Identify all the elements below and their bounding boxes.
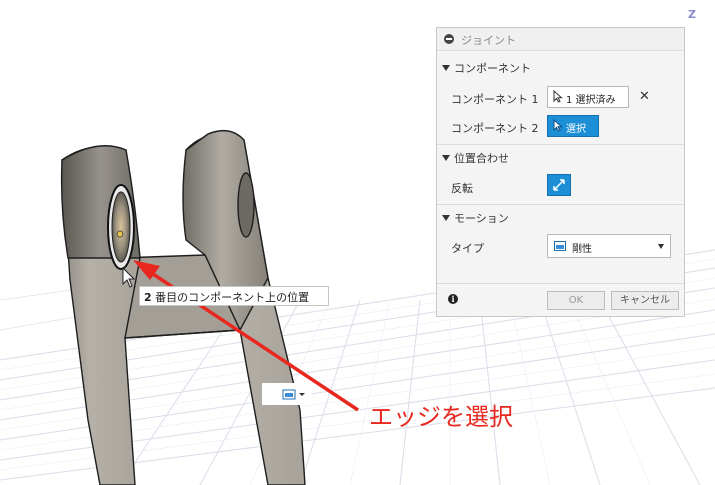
arrow-cursor-icon (553, 89, 563, 106)
component2-label: コンポーネント 2 (451, 122, 539, 135)
type-value: 剛性 (572, 244, 592, 255)
cancel-button[interactable]: キャンセル (611, 291, 679, 310)
joint-type-mini-dropdown[interactable] (262, 383, 312, 405)
ok-button[interactable]: OK (547, 291, 605, 310)
section-motion-label: モーション (454, 212, 509, 225)
chevron-down-icon (299, 393, 305, 396)
section-motion[interactable]: モーション (442, 210, 509, 226)
collapse-icon[interactable] (444, 34, 454, 44)
component2-value: 選択 (566, 124, 586, 135)
clear-component1-button[interactable]: ✕ (639, 89, 650, 104)
component1-select[interactable]: 1 選択済み (547, 86, 629, 108)
info-icon[interactable]: i (448, 294, 458, 304)
component1-value: 1 選択済み (566, 95, 616, 106)
section-components-label: コンポーネント (454, 62, 531, 75)
hole-target-marker[interactable] (116, 230, 124, 238)
joint-dialog-title: ジョイント (461, 34, 516, 47)
tooltip-number: 2 (144, 291, 152, 304)
type-dropdown[interactable]: 剛性 (547, 234, 671, 258)
joint-dialog: ジョイント コンポーネント コンポーネント 1 1 選択済み ✕ コンポーネント… (436, 27, 685, 317)
section-alignment-label: 位置合わせ (454, 152, 509, 165)
annotation-text: エッジを選択 (369, 403, 513, 431)
flip-button[interactable] (547, 174, 571, 196)
component1-label: コンポーネント 1 (451, 93, 539, 106)
type-label: タイプ (451, 242, 484, 255)
section-components[interactable]: コンポーネント (442, 60, 531, 76)
section-alignment[interactable]: 位置合わせ (442, 150, 509, 166)
chevron-down-icon (658, 244, 664, 249)
tooltip-text: 番目のコンポーネント上の位置 (155, 291, 310, 304)
triangle-down-icon (442, 65, 450, 71)
rigid-joint-icon (554, 241, 566, 254)
flip-icon (552, 178, 566, 195)
part-body[interactable] (60, 129, 306, 485)
triangle-down-icon (442, 215, 450, 221)
selection-tooltip: 2 番目のコンポーネント上の位置 (139, 286, 329, 306)
close-icon: ✕ (639, 89, 650, 104)
triangle-down-icon (442, 155, 450, 161)
flip-label: 反転 (451, 182, 473, 195)
joint-dialog-header[interactable]: ジョイント (437, 28, 684, 51)
viewcube-corner[interactable]: Z (688, 8, 696, 21)
arrow-cursor-icon (553, 118, 563, 135)
component2-select[interactable]: 選択 (547, 115, 599, 137)
